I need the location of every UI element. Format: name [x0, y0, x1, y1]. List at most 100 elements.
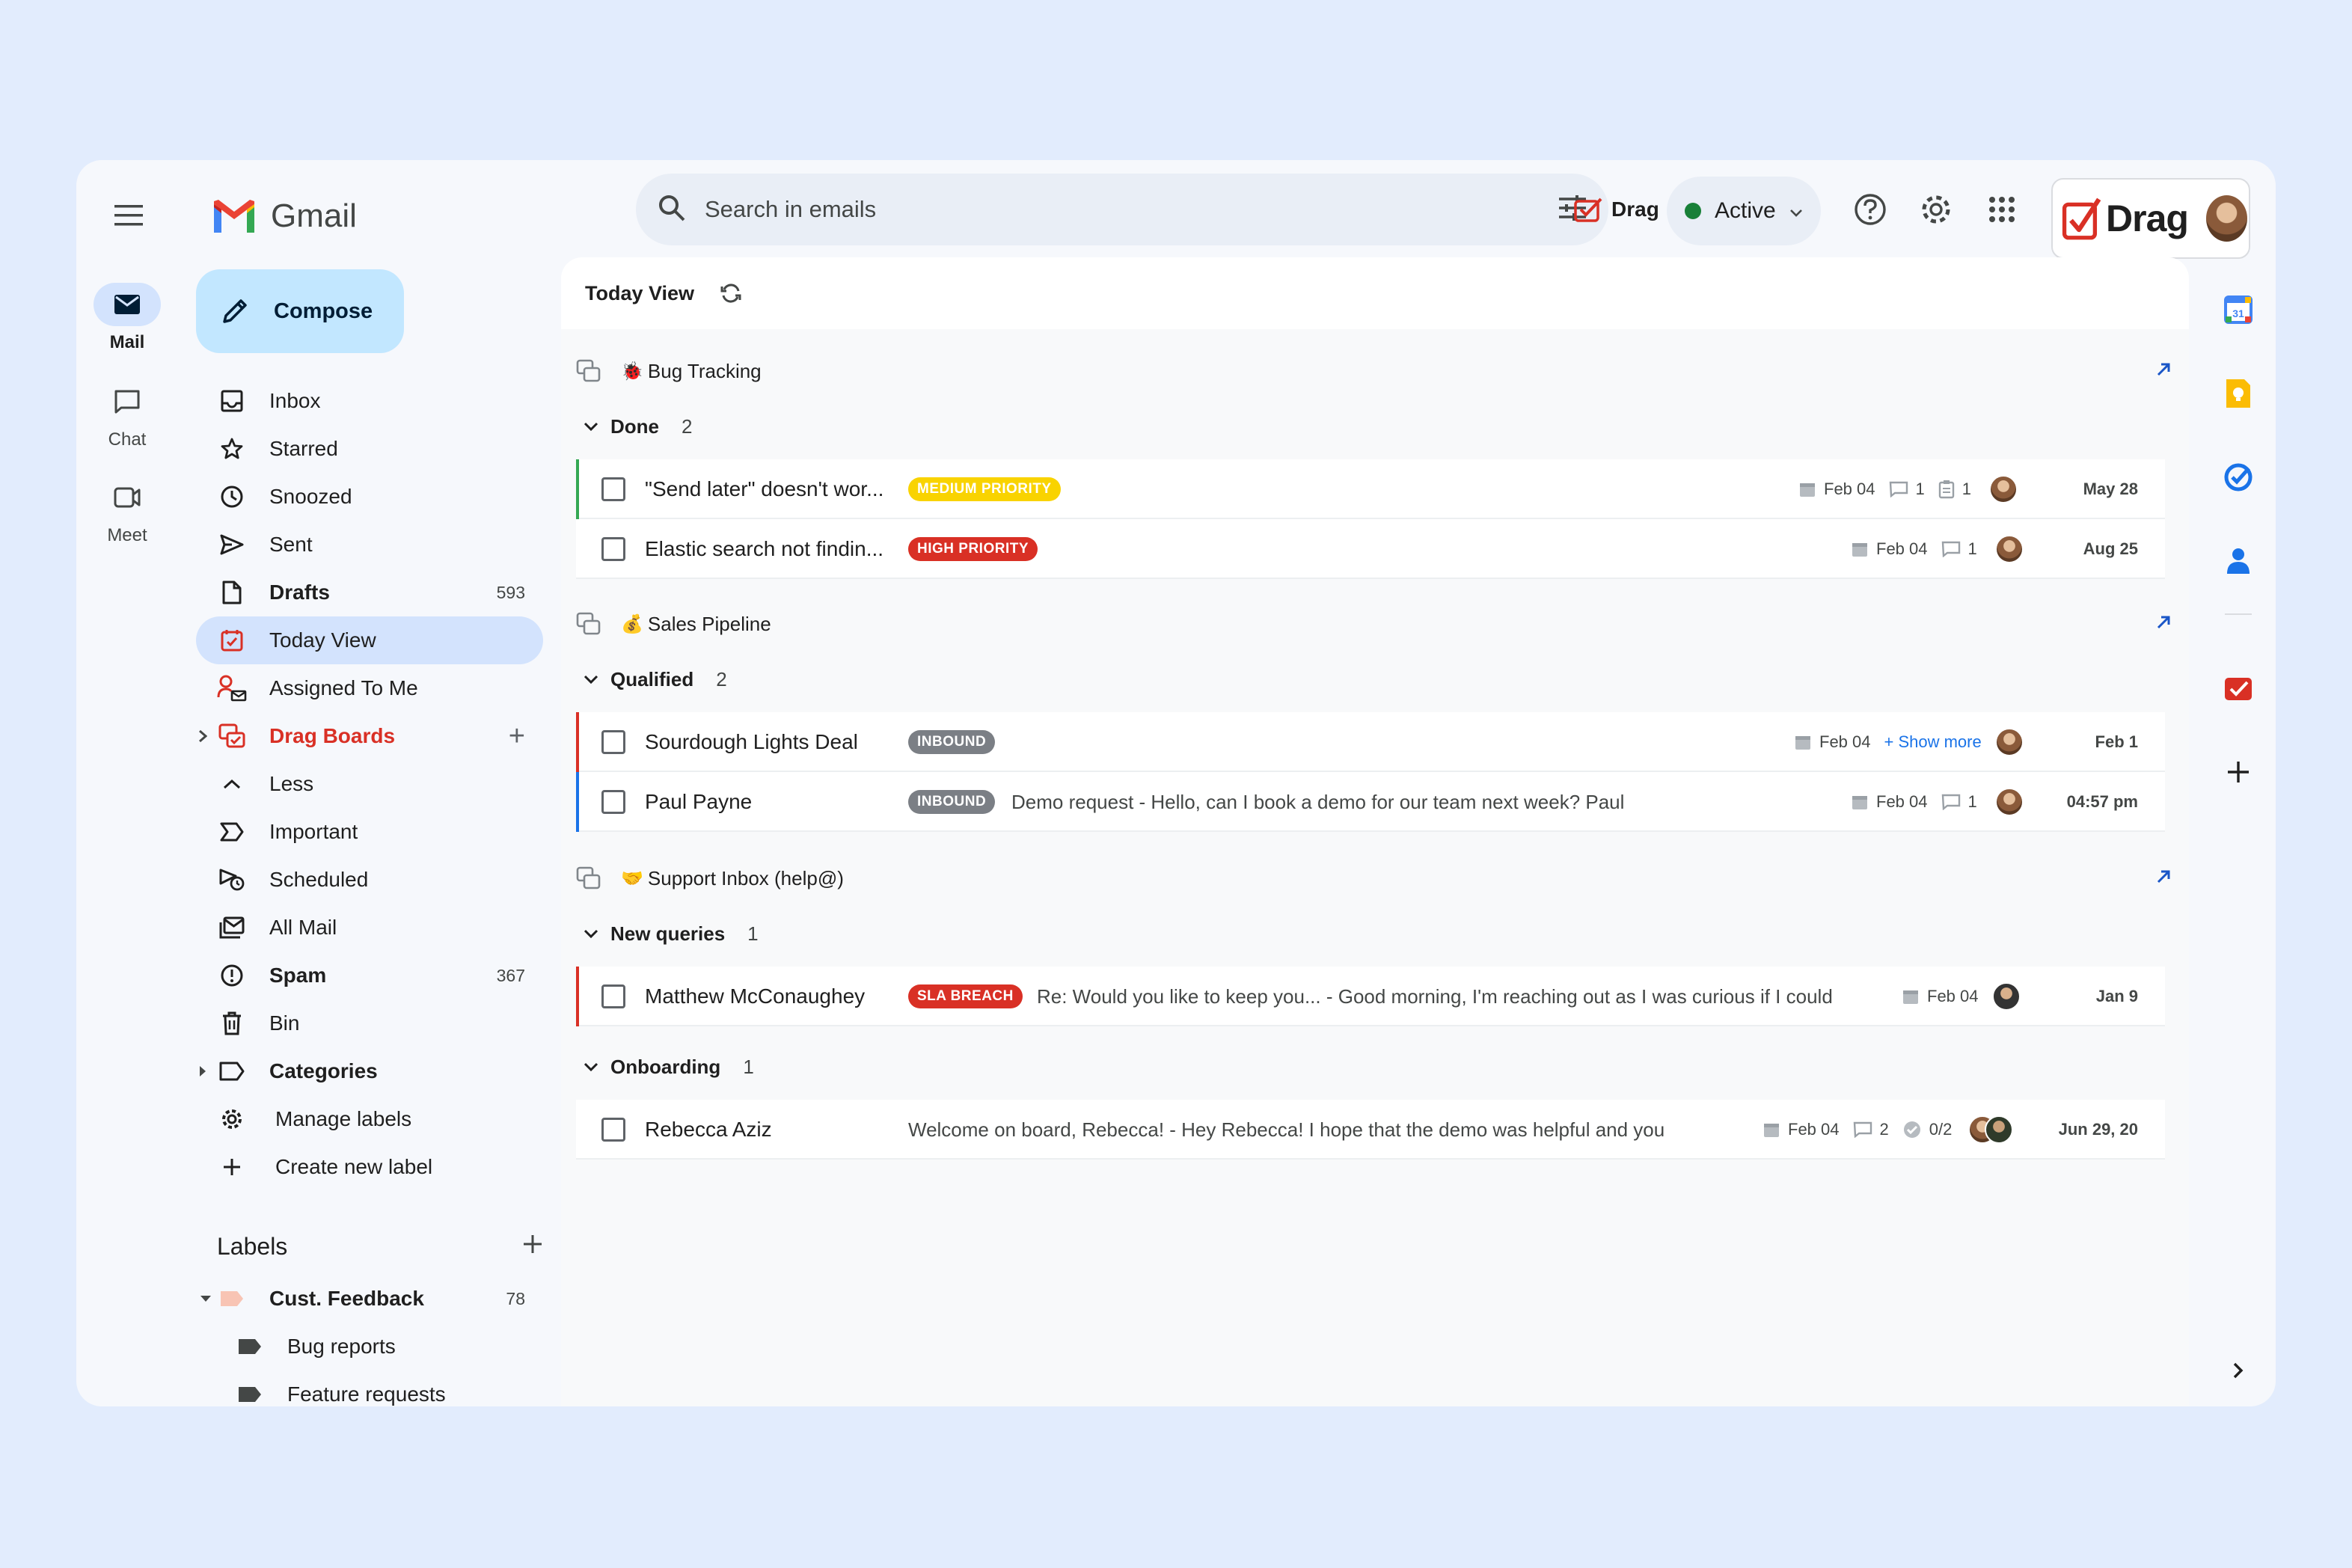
nav-item-inbox[interactable]: Inbox: [196, 377, 543, 425]
search-icon[interactable]: [657, 193, 687, 227]
nav-label: Starred: [269, 437, 338, 460]
email-row[interactable]: Elastic search not findin... HIGH PRIORI…: [576, 519, 2165, 579]
email-row[interactable]: Sourdough Lights Deal INBOUND Feb 04 + S…: [576, 712, 2165, 772]
help-icon[interactable]: [1851, 190, 1890, 229]
compose-button[interactable]: Compose: [196, 269, 404, 353]
labels-title: Labels: [217, 1233, 288, 1260]
nav-item-bin[interactable]: Bin: [196, 999, 543, 1047]
svg-text:31: 31: [2232, 307, 2244, 319]
open-board-arrow-icon[interactable]: [2155, 868, 2172, 891]
main-menu-icon[interactable]: [111, 197, 147, 233]
chevron-right-icon[interactable]: [2220, 1353, 2256, 1388]
due-date-text: Feb 04: [1824, 480, 1875, 498]
account-avatar[interactable]: [2204, 194, 2249, 243]
comments: 1: [1941, 539, 1977, 559]
row-checkbox[interactable]: [601, 477, 625, 501]
nav-item-drag-boards[interactable]: Drag Boards +: [196, 712, 543, 760]
status-dropdown[interactable]: Active: [1667, 177, 1821, 245]
assignee-avatar[interactable]: [1991, 982, 2021, 1011]
label-dark-icon: [232, 1338, 268, 1356]
row-checkbox[interactable]: [601, 537, 625, 561]
expand-arrow-icon[interactable]: [196, 1065, 209, 1077]
email-row[interactable]: Rebecca Aziz Welcome on board, Rebecca! …: [576, 1100, 2165, 1160]
email-row[interactable]: Matthew McConaughey SLA BREACH Re: Would…: [576, 967, 2165, 1026]
nav-item-create-label[interactable]: Create new label: [196, 1143, 543, 1191]
person-mail-icon: [214, 675, 250, 702]
nav-item-manage-labels[interactable]: Manage labels: [196, 1095, 543, 1143]
assignee-avatar[interactable]: [1994, 535, 2024, 563]
rail-chat[interactable]: Chat: [76, 380, 178, 450]
nav-item-scheduled[interactable]: Scheduled: [196, 856, 543, 904]
board-support-inbox[interactable]: 🤝 Support Inbox (help@): [576, 856, 2180, 901]
board-sales-pipeline[interactable]: 💰 Sales Pipeline: [576, 601, 2180, 646]
calendar-app-icon[interactable]: 31: [2220, 292, 2256, 328]
label-item-cust-feedback[interactable]: Cust. Feedback 78: [196, 1275, 543, 1323]
nav-item-all-mail[interactable]: All Mail: [196, 904, 543, 952]
assignee-avatar[interactable]: [1994, 728, 2024, 756]
row-checkbox[interactable]: [601, 984, 625, 1008]
nav-item-today-view[interactable]: Today View: [196, 616, 543, 664]
drag-app-icon[interactable]: [2220, 670, 2256, 706]
add-addon-icon[interactable]: [2220, 754, 2256, 790]
chevron-down-icon[interactable]: [576, 928, 606, 939]
clipboard-icon: [1938, 480, 1954, 499]
contacts-app-icon[interactable]: [2220, 543, 2256, 579]
assignee-avatar[interactable]: [1985, 1115, 2014, 1144]
gmail-logo[interactable]: Gmail: [211, 190, 357, 242]
group-name: Done: [610, 414, 659, 438]
nav-item-sent[interactable]: Sent: [196, 521, 543, 569]
account-brand-box[interactable]: Drag: [2051, 178, 2250, 259]
nav-item-assigned-to-me[interactable]: Assigned To Me: [196, 664, 543, 712]
search-bar[interactable]: Search in emails: [636, 174, 1608, 245]
row-date: May 28: [2083, 480, 2138, 498]
comments-count: 1: [1967, 792, 1977, 811]
row-checkbox[interactable]: [601, 730, 625, 754]
comment-icon: [1941, 794, 1960, 810]
email-row[interactable]: "Send later" doesn't wor... MEDIUM PRIOR…: [576, 459, 2165, 519]
meet-icon: [94, 476, 161, 519]
collapse-arrow-icon[interactable]: [199, 1294, 212, 1303]
settings-gear-icon[interactable]: [1917, 190, 1956, 229]
label-item-feature-requests[interactable]: Feature requests: [196, 1371, 543, 1406]
nav-item-important[interactable]: Important: [196, 808, 543, 856]
keep-app-icon[interactable]: [2220, 376, 2256, 411]
drag-logo-icon: [1574, 197, 1602, 222]
expand-arrow-icon[interactable]: [196, 729, 209, 743]
group-new-queries[interactable]: New queries 1: [576, 911, 759, 956]
tasks-app-icon[interactable]: [2220, 459, 2256, 495]
nav-item-drafts[interactable]: Drafts 593: [196, 569, 543, 616]
add-label-icon[interactable]: [522, 1233, 543, 1261]
row-accent: [576, 459, 579, 519]
app-rail: Mail Chat Meet: [76, 160, 178, 1406]
search-input[interactable]: Search in emails: [705, 196, 1558, 223]
nav-item-starred[interactable]: Starred: [196, 425, 543, 473]
nav-item-snoozed[interactable]: Snoozed: [196, 473, 543, 521]
assignee-avatar[interactable]: [1989, 475, 2018, 503]
show-more-link[interactable]: + Show more: [1884, 732, 1982, 752]
board-bug-tracking[interactable]: 🐞 Bug Tracking: [576, 349, 2180, 393]
row-accent: [576, 967, 579, 1026]
label-name: Bug reports: [287, 1335, 396, 1358]
open-board-arrow-icon[interactable]: [2155, 361, 2172, 384]
row-checkbox[interactable]: [601, 790, 625, 814]
rail-mail[interactable]: Mail: [76, 283, 178, 353]
chevron-down-icon[interactable]: [576, 1062, 606, 1072]
row-checkbox[interactable]: [601, 1118, 625, 1142]
chevron-down-icon[interactable]: [576, 421, 606, 432]
chevron-down-icon[interactable]: [576, 674, 606, 685]
open-board-arrow-icon[interactable]: [2155, 613, 2172, 637]
nav-item-spam[interactable]: Spam 367: [196, 952, 543, 999]
email-row[interactable]: Paul Payne INBOUND Demo request - Hello,…: [576, 772, 2165, 832]
add-board-icon[interactable]: +: [509, 720, 525, 753]
nav-item-less[interactable]: Less: [196, 760, 543, 808]
nav-item-categories[interactable]: Categories: [196, 1047, 543, 1095]
drag-extension-button[interactable]: Drag: [1574, 181, 1659, 238]
group-qualified[interactable]: Qualified 2: [576, 657, 727, 702]
label-item-bug-reports[interactable]: Bug reports: [196, 1323, 543, 1371]
assignee-avatar[interactable]: [1994, 788, 2024, 816]
refresh-icon[interactable]: [720, 282, 742, 304]
rail-meet[interactable]: Meet: [76, 476, 178, 546]
group-done[interactable]: Done 2: [576, 404, 692, 449]
group-onboarding[interactable]: Onboarding 1: [576, 1044, 754, 1089]
apps-grid-icon[interactable]: [1982, 190, 2021, 229]
